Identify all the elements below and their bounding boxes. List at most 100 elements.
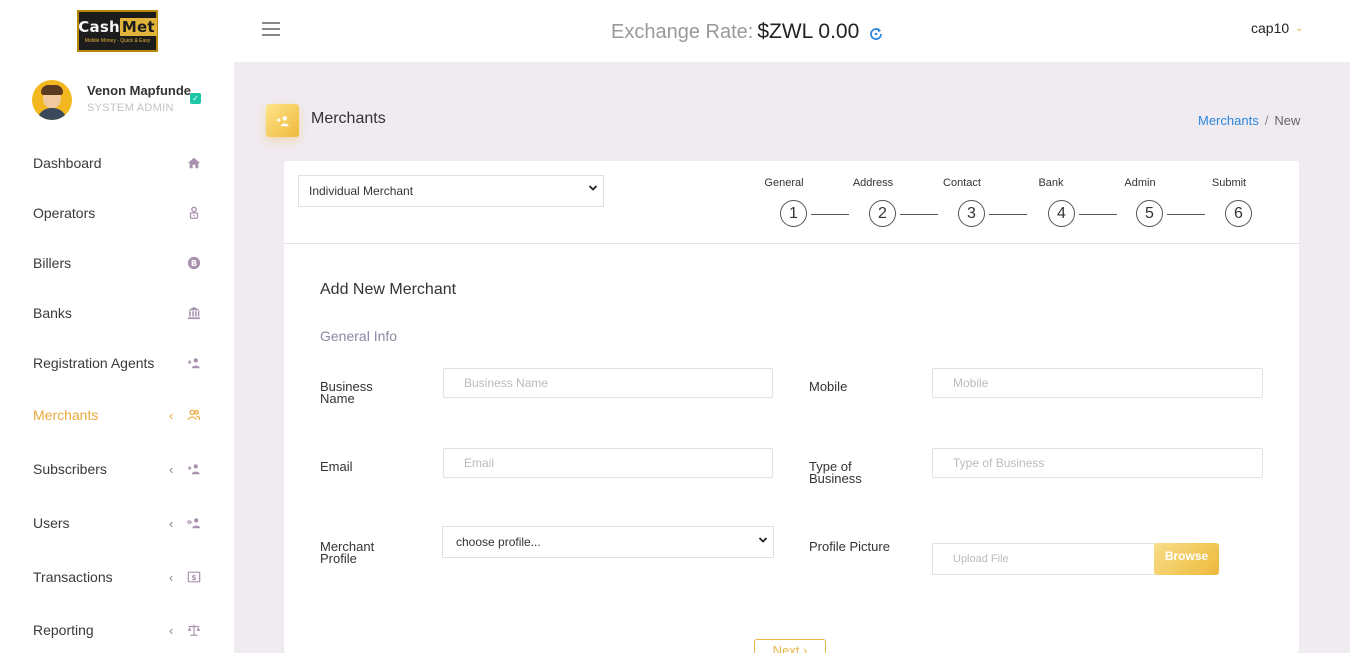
step-6-circle[interactable]: 6 xyxy=(1225,200,1252,227)
sidebar-item-subscribers[interactable]: Subscribers ‹ xyxy=(0,454,234,484)
verified-icon: ✓ xyxy=(190,93,201,104)
sidebar-item-label: Dashboard xyxy=(33,155,102,171)
wizard-stepper: General 1 Address 2 Contact 3 Bank 4 Adm… xyxy=(764,177,1274,229)
sidebar-item-operators[interactable]: Operators xyxy=(0,198,234,228)
merchant-profile-label: Merchant Profile xyxy=(320,540,400,565)
sidebar: Cash Met Mobile Money · Quick & Easy Veno… xyxy=(0,0,234,653)
step-label: Address xyxy=(852,177,894,189)
step-connector xyxy=(900,214,938,215)
breadcrumb-link-merchants[interactable]: Merchants xyxy=(1198,113,1259,128)
step-2-circle[interactable]: 2 xyxy=(869,200,896,227)
divider xyxy=(284,243,1299,244)
breadcrumb-current: New xyxy=(1274,113,1301,128)
bitcoin-icon: B xyxy=(186,255,202,271)
logo-text-met: Met xyxy=(119,18,157,36)
step-4-circle[interactable]: 4 xyxy=(1048,200,1075,227)
merchant-type-select[interactable]: Individual Merchant xyxy=(298,175,604,207)
step-5-circle[interactable]: 5 xyxy=(1136,200,1163,227)
sidebar-item-banks[interactable]: Banks xyxy=(0,298,234,328)
exchange-rate: Exchange Rate: $ZWL 0.00 xyxy=(611,20,859,44)
sidebar-item-label: Users xyxy=(33,515,70,531)
business-name-input[interactable] xyxy=(443,368,773,398)
type-of-business-label: Type of Business xyxy=(809,460,889,485)
step-connector xyxy=(1167,214,1205,215)
profile-name: Venon Mapfunde xyxy=(87,83,191,98)
sidebar-item-label: Subscribers xyxy=(33,461,107,477)
mobile-input[interactable] xyxy=(932,368,1263,398)
sidebar-item-label: Registration Agents xyxy=(33,355,155,371)
step-connector xyxy=(811,214,849,215)
step-label: Bank xyxy=(1038,177,1064,189)
step-1-circle[interactable]: 1 xyxy=(780,200,807,227)
type-of-business-input[interactable] xyxy=(932,448,1263,478)
logo-tagline: Mobile Money · Quick & Easy xyxy=(84,38,151,44)
refresh-icon[interactable] xyxy=(868,26,884,42)
business-name-label: Business Name xyxy=(320,380,400,406)
step-connector xyxy=(1079,214,1117,215)
user-name: cap10 xyxy=(1251,20,1290,36)
brand-logo[interactable]: Cash Met Mobile Money · Quick & Easy xyxy=(77,10,158,52)
step-bank: Bank xyxy=(1021,177,1081,189)
step-contact: Contact xyxy=(932,177,992,189)
step-address: Address xyxy=(843,177,903,189)
sidebar-item-label: Operators xyxy=(33,205,96,221)
exchange-rate-value: $ZWL 0.00 xyxy=(757,20,860,43)
profile-picture-label: Profile Picture xyxy=(809,539,890,554)
step-3-circle[interactable]: 3 xyxy=(958,200,985,227)
step-general: General xyxy=(754,177,814,189)
step-label: Submit xyxy=(1211,177,1247,189)
merchant-form-card: Individual Merchant General 1 Address 2 … xyxy=(284,161,1299,653)
svg-text:B: B xyxy=(191,259,197,268)
step-admin: Admin xyxy=(1110,177,1170,189)
logo-wordmark: Cash Met xyxy=(78,18,157,36)
sidebar-item-merchants[interactable]: Merchants ‹ xyxy=(0,400,234,430)
form-section-title: General Info xyxy=(320,328,398,344)
step-connector xyxy=(989,214,1027,215)
dollar-bill-icon: $ xyxy=(186,569,202,585)
chevron-left-icon: ‹ xyxy=(169,407,174,423)
sidebar-item-users[interactable]: Users ‹ xyxy=(0,508,234,538)
user-plus-icon xyxy=(186,461,202,477)
avatar-body xyxy=(37,108,67,120)
merchant-profile-select[interactable]: choose profile... xyxy=(442,526,774,558)
sidebar-item-label: Reporting xyxy=(33,622,94,638)
sidebar-item-reporting[interactable]: Reporting ‹ xyxy=(0,615,234,645)
home-icon xyxy=(186,155,202,171)
exchange-rate-label: Exchange Rate: xyxy=(611,21,754,43)
sidebar-item-dashboard[interactable]: Dashboard xyxy=(0,148,234,178)
sidebar-item-registration-agents[interactable]: Registration Agents xyxy=(0,348,234,378)
topbar: Exchange Rate: $ZWL 0.00 cap10 ⌄ xyxy=(234,0,1350,62)
step-label: Admin xyxy=(1124,177,1156,189)
chevron-left-icon: ‹ xyxy=(169,622,174,638)
sidebar-item-transactions[interactable]: Transactions ‹ $ xyxy=(0,562,234,592)
next-button[interactable]: Next › xyxy=(754,639,826,653)
sidebar-item-label: Transactions xyxy=(33,569,113,585)
user-plus-icon xyxy=(186,355,202,371)
upload-file-field[interactable]: Upload File xyxy=(932,543,1156,575)
bank-icon xyxy=(186,305,202,321)
email-input[interactable] xyxy=(443,448,773,478)
sidebar-item-billers[interactable]: Billers B xyxy=(0,248,234,278)
operator-icon xyxy=(186,205,202,221)
breadcrumb: Merchants / New xyxy=(1198,113,1300,128)
chevron-left-icon: ‹ xyxy=(169,515,174,531)
breadcrumb-separator: / xyxy=(1264,113,1269,128)
mobile-label: Mobile xyxy=(809,379,848,394)
users-icon xyxy=(186,407,202,423)
user-menu[interactable]: cap10 ⌄ xyxy=(1251,20,1304,36)
sidebar-item-label: Merchants xyxy=(33,407,99,423)
profile-role: SYSTEM ADMIN xyxy=(87,102,174,114)
logo-text-cash: Cash xyxy=(78,18,120,36)
chevron-left-icon: ‹ xyxy=(169,569,174,585)
chevron-down-icon: ⌄ xyxy=(1295,22,1304,34)
label-line: Name xyxy=(320,391,355,406)
avatar-hair xyxy=(41,85,63,95)
form-title: Add New Merchant xyxy=(320,281,457,298)
step-label: Contact xyxy=(943,177,981,189)
sidebar-item-label: Banks xyxy=(33,305,72,321)
browse-button[interactable]: Browse xyxy=(1154,543,1219,575)
page-title: Merchants xyxy=(311,110,386,127)
step-submit: Submit xyxy=(1199,177,1259,189)
avatar[interactable] xyxy=(32,80,72,120)
menu-icon[interactable] xyxy=(262,22,280,36)
